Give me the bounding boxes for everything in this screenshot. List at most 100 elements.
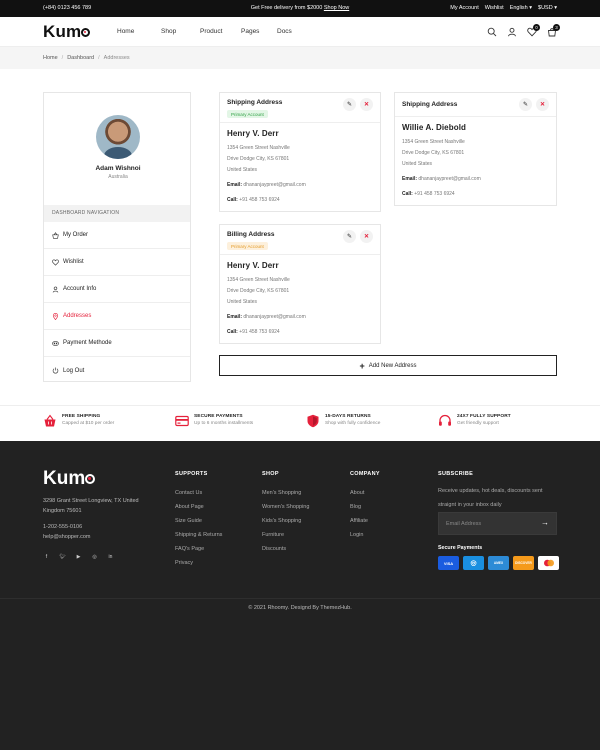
sidebar-item-my-order[interactable]: My Order	[44, 222, 190, 249]
sidebar-item-addresses[interactable]: Addresses	[44, 303, 190, 330]
add-new-address-button[interactable]: + Add New Address	[219, 355, 557, 376]
subscribe-email-input[interactable]: Email Address →	[438, 512, 557, 535]
email-placeholder: Email Address	[446, 521, 482, 527]
sidebar-item-label: My Order	[63, 232, 89, 238]
delete-button[interactable]: ✕	[536, 98, 549, 111]
shipping-address-card-secondary: Shipping Address ✎ ✕ Willie A. Diebold 1…	[394, 92, 557, 206]
nav-product[interactable]: Product	[200, 28, 241, 35]
close-icon: ✕	[363, 234, 370, 240]
heart-icon[interactable]: 0	[527, 24, 540, 37]
cart-icon[interactable]: 3	[547, 24, 560, 37]
top-bar: (+84) 0123 456 789 Get Free delivery fro…	[0, 0, 600, 17]
footer-link[interactable]: Kids's Shopping	[262, 514, 309, 528]
linkedin-icon[interactable]: in	[107, 553, 114, 560]
promo-text: Get Free delivery from $2000	[250, 5, 323, 11]
footer-link[interactable]: Privacy	[175, 556, 222, 570]
sidebar-item-label: Addresses	[63, 313, 92, 319]
mastercard-icon	[538, 556, 559, 570]
footer-link[interactable]: Contact Us	[175, 486, 222, 500]
footer-link[interactable]: Blog	[350, 500, 380, 514]
topbar-links: My Account Wishlist English ▾ $USD ▾	[450, 5, 557, 11]
footer-col-title: COMPANY	[350, 471, 380, 477]
breadcrumb-dashboard[interactable]: Dashboard	[67, 55, 94, 61]
footer-link[interactable]: Shipping & Returns	[175, 528, 222, 542]
footer-logo[interactable]: Kum	[43, 468, 96, 490]
plus-icon: +	[359, 360, 365, 371]
location-pin-icon	[52, 312, 59, 320]
twitter-icon[interactable]: 🐦︎	[59, 553, 66, 560]
facebook-icon[interactable]: f	[43, 553, 50, 560]
address-street: 1354 Green Street Nashville	[227, 145, 290, 151]
address-email: Email: dhananjaypreet@gmail.com	[227, 182, 306, 188]
amex-icon: AMEX	[488, 556, 509, 570]
delete-button[interactable]: ✕	[360, 98, 373, 111]
footer-email[interactable]: help@shopper.com	[43, 532, 90, 542]
edit-button[interactable]: ✎	[519, 98, 532, 111]
sidebar-item-log-out[interactable]: Log Out	[44, 357, 190, 384]
footer-link[interactable]: FAQ's Page	[175, 542, 222, 556]
shop-now-link[interactable]: Shop Now	[324, 5, 349, 11]
card-title: Shipping Address	[402, 101, 458, 108]
power-icon	[52, 367, 59, 374]
credit-card-icon	[175, 415, 189, 427]
address-country: United States	[227, 299, 258, 305]
breadcrumb-home[interactable]: Home	[43, 55, 58, 61]
wishlist-link[interactable]: Wishlist	[485, 5, 504, 11]
add-new-address-label: Add New Address	[368, 362, 417, 369]
footer-phone: 1-202-555-0106	[43, 524, 83, 530]
heart-icon	[52, 259, 59, 266]
nav-docs[interactable]: Docs	[277, 28, 292, 35]
currency-select[interactable]: $USD ▾	[538, 5, 557, 11]
footer-contact: 1-202-555-0106 help@shopper.com	[43, 522, 90, 542]
address-name: Henry V. Derr	[227, 129, 279, 138]
footer-link[interactable]: Affiliate	[350, 514, 380, 528]
footer-link[interactable]: Furniture	[262, 528, 309, 542]
feature-subtitle: Get friendly support	[457, 421, 499, 426]
logo[interactable]: Kum	[43, 22, 91, 42]
basket-icon	[44, 414, 56, 427]
footer-link[interactable]: Discounts	[262, 542, 309, 556]
footer-link[interactable]: Women's Shopping	[262, 500, 309, 514]
sidebar-item-payment-methode[interactable]: Payment Methode	[44, 330, 190, 357]
language-select[interactable]: English ▾	[510, 5, 532, 11]
edit-button[interactable]: ✎	[343, 98, 356, 111]
footer-link[interactable]: Men's Shopping	[262, 486, 309, 500]
footer-link[interactable]: About	[350, 486, 380, 500]
discover-icon: DISCOVER	[513, 556, 534, 570]
address-street: 1354 Green Street Nashville	[227, 277, 290, 283]
nav-home[interactable]: Home	[117, 28, 161, 35]
sidebar-item-wishlist[interactable]: Wishlist	[44, 249, 190, 276]
wishlist-count: 0	[533, 24, 540, 31]
currency-value: $USD	[538, 5, 553, 11]
feature-subtitle: Capped at $10 per order	[62, 421, 115, 426]
footer-col-company: COMPANY About Blog Affiliate Login	[350, 471, 380, 542]
feature-title: 15-DAYS RETURNS	[325, 414, 371, 419]
address-name: Willie A. Diebold	[402, 123, 467, 132]
user-icon[interactable]	[507, 27, 517, 37]
payment-methods: VISA ◎ AMEX DISCOVER	[438, 556, 559, 570]
nav-pages[interactable]: Pages	[241, 28, 277, 35]
primary-account-badge: Primary Account	[227, 242, 268, 250]
header-icons: 0 3	[487, 24, 560, 37]
footer-address: 3298 Grant Street Longview, TX United Ki…	[43, 498, 139, 514]
delete-button[interactable]: ✕	[360, 230, 373, 243]
user-name: Adam Wishnoi	[95, 165, 141, 172]
shipping-address-card: Shipping Address Primary Account ✎ ✕ Hen…	[219, 92, 381, 212]
youtube-icon[interactable]: ▶	[75, 553, 82, 560]
feature-title: 24X7 FULLY SUPPORT	[457, 414, 511, 419]
search-icon[interactable]	[487, 27, 497, 37]
sidebar-item-label: Payment Methode	[63, 340, 112, 346]
pencil-icon: ✎	[346, 102, 353, 108]
address-email: Email: dhananjaypreet@gmail.com	[402, 176, 481, 182]
sidebar-item-account-info[interactable]: Account Info	[44, 276, 190, 303]
footer-link[interactable]: About Page	[175, 500, 222, 514]
edit-button[interactable]: ✎	[343, 230, 356, 243]
nav-shop[interactable]: Shop	[161, 28, 200, 35]
footer-link[interactable]: Size Guide	[175, 514, 222, 528]
my-account-link[interactable]: My Account	[450, 5, 478, 11]
arrow-right-icon[interactable]: →	[541, 518, 549, 527]
footer-link[interactable]: Login	[350, 528, 380, 542]
instagram-icon[interactable]: ◎	[91, 553, 98, 560]
billing-address-card: Billing Address Primary Account ✎ ✕ Henr…	[219, 224, 381, 344]
user-icon	[52, 286, 59, 293]
